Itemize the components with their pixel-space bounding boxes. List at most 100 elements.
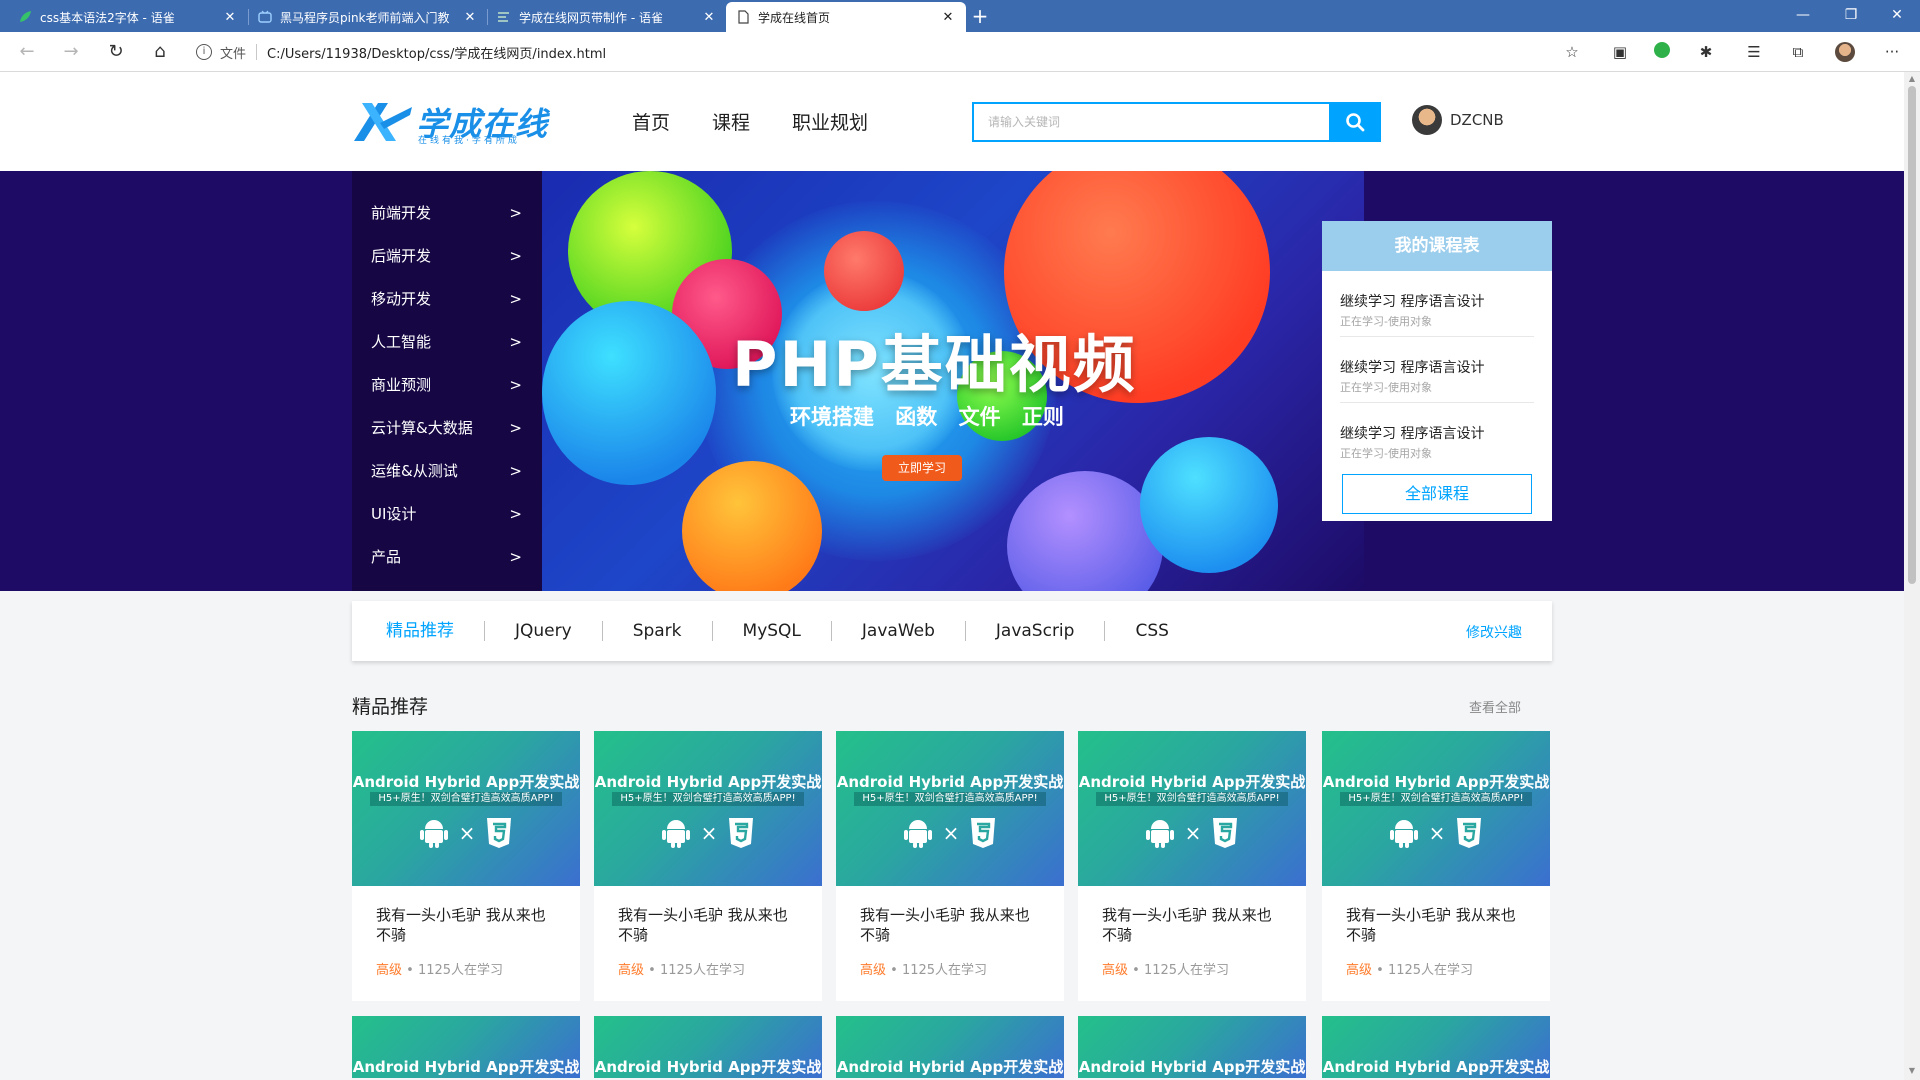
course-learners: 1125人在学习	[659, 963, 746, 978]
page-scrollbar[interactable]: ▲ ▼	[1904, 72, 1920, 1080]
course-card[interactable]: Android Hybrid App开发实战	[594, 1016, 822, 1078]
section-title: 精品推荐	[352, 696, 429, 718]
banner-ball	[1007, 471, 1163, 591]
course-name: 我有一头小毛驴 我从来也不骑	[1102, 906, 1272, 944]
sidebar-item-mobile[interactable]: 移动开发 >	[352, 277, 542, 320]
course-thumbnail: Android Hybrid App开发实战 H5+原生！双剑合璧打造高效高质A…	[1322, 731, 1550, 886]
thumbnail-title: Android Hybrid App开发实战	[1322, 773, 1550, 791]
user-profile[interactable]: DZCNB	[1412, 105, 1504, 135]
schedule-item-title: 继续学习 程序语言设计	[1340, 426, 1485, 442]
banner-ball	[542, 301, 716, 485]
course-card[interactable]: Android Hybrid App开发实战 H5+原生！双剑合璧打造高效高质A…	[594, 731, 822, 1001]
course-card[interactable]: Android Hybrid App开发实战	[1078, 1016, 1306, 1078]
search-input[interactable]	[972, 102, 1329, 142]
extension-box-icon[interactable]: ▣	[1610, 42, 1630, 62]
tab-jquery[interactable]: JQuery	[485, 621, 603, 641]
thumbnail-title: Android Hybrid App开发实战	[836, 773, 1064, 791]
extension-green-icon[interactable]	[1652, 42, 1672, 62]
close-icon[interactable]: ✕	[462, 10, 478, 25]
sidebar-item-ops[interactable]: 运维&从测试 >	[352, 449, 542, 492]
page-icon	[738, 10, 749, 24]
meta-separator: •	[1372, 963, 1388, 978]
close-icon[interactable]: ✕	[222, 10, 238, 25]
nav-career[interactable]: 职业规划	[792, 108, 868, 135]
html5-icon	[487, 818, 512, 848]
search-button[interactable]	[1329, 102, 1381, 142]
profile-avatar-icon[interactable]	[1835, 42, 1855, 62]
schedule-item-status: 正在学习-使用对象	[1340, 447, 1432, 460]
banner-ball	[1140, 437, 1278, 573]
scroll-down-icon[interactable]: ▼	[1904, 1066, 1920, 1075]
info-icon[interactable]: i	[196, 44, 212, 60]
browser-tab[interactable]: 学成在线网页带制作 - 语雀 ✕	[487, 2, 727, 32]
browser-tab-active[interactable]: 学成在线首页 ✕	[726, 2, 966, 32]
tab-css[interactable]: CSS	[1105, 621, 1198, 641]
view-all-link[interactable]: 查看全部	[1469, 697, 1521, 716]
edit-interests-link[interactable]: 修改兴趣	[1466, 622, 1522, 642]
tab-title: css基本语法2字体 - 语雀	[40, 10, 175, 25]
refresh-icon[interactable]: ↻	[101, 38, 131, 66]
close-window-button[interactable]: ✕	[1874, 0, 1920, 32]
tab-javascript[interactable]: JavaScrip	[966, 621, 1106, 641]
schedule-item[interactable]: 继续学习 程序语言设计 正在学习-使用对象	[1340, 271, 1534, 337]
course-card[interactable]: Android Hybrid App开发实战 H5+原生！双剑合璧打造高效高质A…	[836, 731, 1064, 1001]
search-box	[972, 102, 1381, 142]
tab-javaweb[interactable]: JavaWeb	[832, 621, 966, 641]
avatar[interactable]	[1412, 105, 1442, 135]
sidebar-item-label: 人工智能	[371, 333, 432, 351]
tab-mysql[interactable]: MySQL	[713, 621, 832, 641]
favorites-icon[interactable]: ☰	[1744, 42, 1764, 62]
site-logo[interactable]: 学成在线 在线有我·学有所成	[352, 99, 548, 146]
close-icon[interactable]: ✕	[940, 10, 956, 25]
times-sign: ×	[1184, 821, 1202, 845]
sidebar-item-cloud[interactable]: 云计算&大数据 >	[352, 406, 542, 449]
sidebar-item-backend[interactable]: 后端开发 >	[352, 234, 542, 277]
logo-x-icon	[354, 103, 412, 141]
tab-title: 黑马程序员pink老师前端入门教	[280, 10, 450, 25]
close-icon[interactable]: ✕	[701, 10, 717, 25]
learn-now-button[interactable]: 立即学习	[882, 455, 962, 481]
browser-tab[interactable]: 黑马程序员pink老师前端入门教 ✕	[248, 2, 488, 32]
restore-button[interactable]: ❐	[1828, 0, 1874, 32]
thumbnail-subtitle: H5+原生！双剑合璧打造高效高质APP!	[1096, 792, 1288, 806]
tab-spark[interactable]: Spark	[603, 621, 713, 641]
course-card[interactable]: Android Hybrid App开发实战 H5+原生！双剑合璧打造高效高质A…	[1322, 731, 1550, 1001]
home-icon[interactable]: ⌂	[145, 38, 175, 66]
back-arrow-icon[interactable]: ←	[12, 38, 42, 66]
sidebar-item-frontend[interactable]: 前端开发 >	[352, 191, 542, 234]
forward-arrow-icon[interactable]: →	[56, 38, 86, 66]
course-card[interactable]: Android Hybrid App开发实战	[836, 1016, 1064, 1078]
course-card[interactable]: Android Hybrid App开发实战 H5+原生！双剑合璧打造高效高质A…	[352, 731, 580, 1001]
sidebar-item-ai[interactable]: 人工智能 >	[352, 320, 542, 363]
nav-courses[interactable]: 课程	[712, 108, 750, 135]
extensions-puzzle-icon[interactable]: ✱	[1696, 42, 1716, 62]
course-card[interactable]: Android Hybrid App开发实战 H5+原生！双剑合璧打造高效高质A…	[1078, 731, 1306, 1001]
sidebar-item-product[interactable]: 产品 >	[352, 535, 542, 578]
nav-home[interactable]: 首页	[632, 108, 670, 135]
add-favorite-star-icon[interactable]: ☆	[1562, 42, 1582, 62]
collections-icon[interactable]: ⧉	[1788, 42, 1808, 62]
meta-separator: •	[402, 963, 418, 978]
schedule-item[interactable]: 继续学习 程序语言设计 正在学习-使用对象	[1340, 403, 1534, 469]
url-text[interactable]: C:/Users/11938/Desktop/css/学成在线网页/index.…	[267, 43, 606, 62]
sidebar-item-forecast[interactable]: 商业预测 >	[352, 363, 542, 406]
scroll-up-icon[interactable]: ▲	[1904, 74, 1920, 83]
tab-featured[interactable]: 精品推荐	[352, 621, 485, 641]
browser-tab[interactable]: css基本语法2字体 - 语雀 ✕	[8, 2, 248, 32]
schedule-item[interactable]: 继续学习 程序语言设计 正在学习-使用对象	[1340, 337, 1534, 403]
meta-separator: •	[1128, 963, 1144, 978]
sidebar-item-ui[interactable]: UI设计 >	[352, 492, 542, 535]
url-divider	[256, 44, 258, 60]
new-tab-button[interactable]: +	[966, 4, 994, 30]
minimize-button[interactable]: —	[1780, 0, 1826, 32]
scrollbar-thumb[interactable]	[1908, 86, 1916, 584]
more-menu-icon[interactable]: ···	[1882, 42, 1902, 62]
times-sign: ×	[1428, 821, 1446, 845]
course-card[interactable]: Android Hybrid App开发实战	[352, 1016, 580, 1078]
user-name[interactable]: DZCNB	[1450, 111, 1504, 129]
url-field[interactable]: i 文件 C:/Users/11938/Desktop/css/学成在线网页/i…	[196, 37, 1576, 67]
all-courses-button[interactable]: 全部课程	[1342, 474, 1532, 514]
course-card[interactable]: Android Hybrid App开发实战	[1322, 1016, 1550, 1078]
course-level: 高级	[618, 963, 645, 978]
thumbnail-icons: ×	[836, 817, 1064, 849]
